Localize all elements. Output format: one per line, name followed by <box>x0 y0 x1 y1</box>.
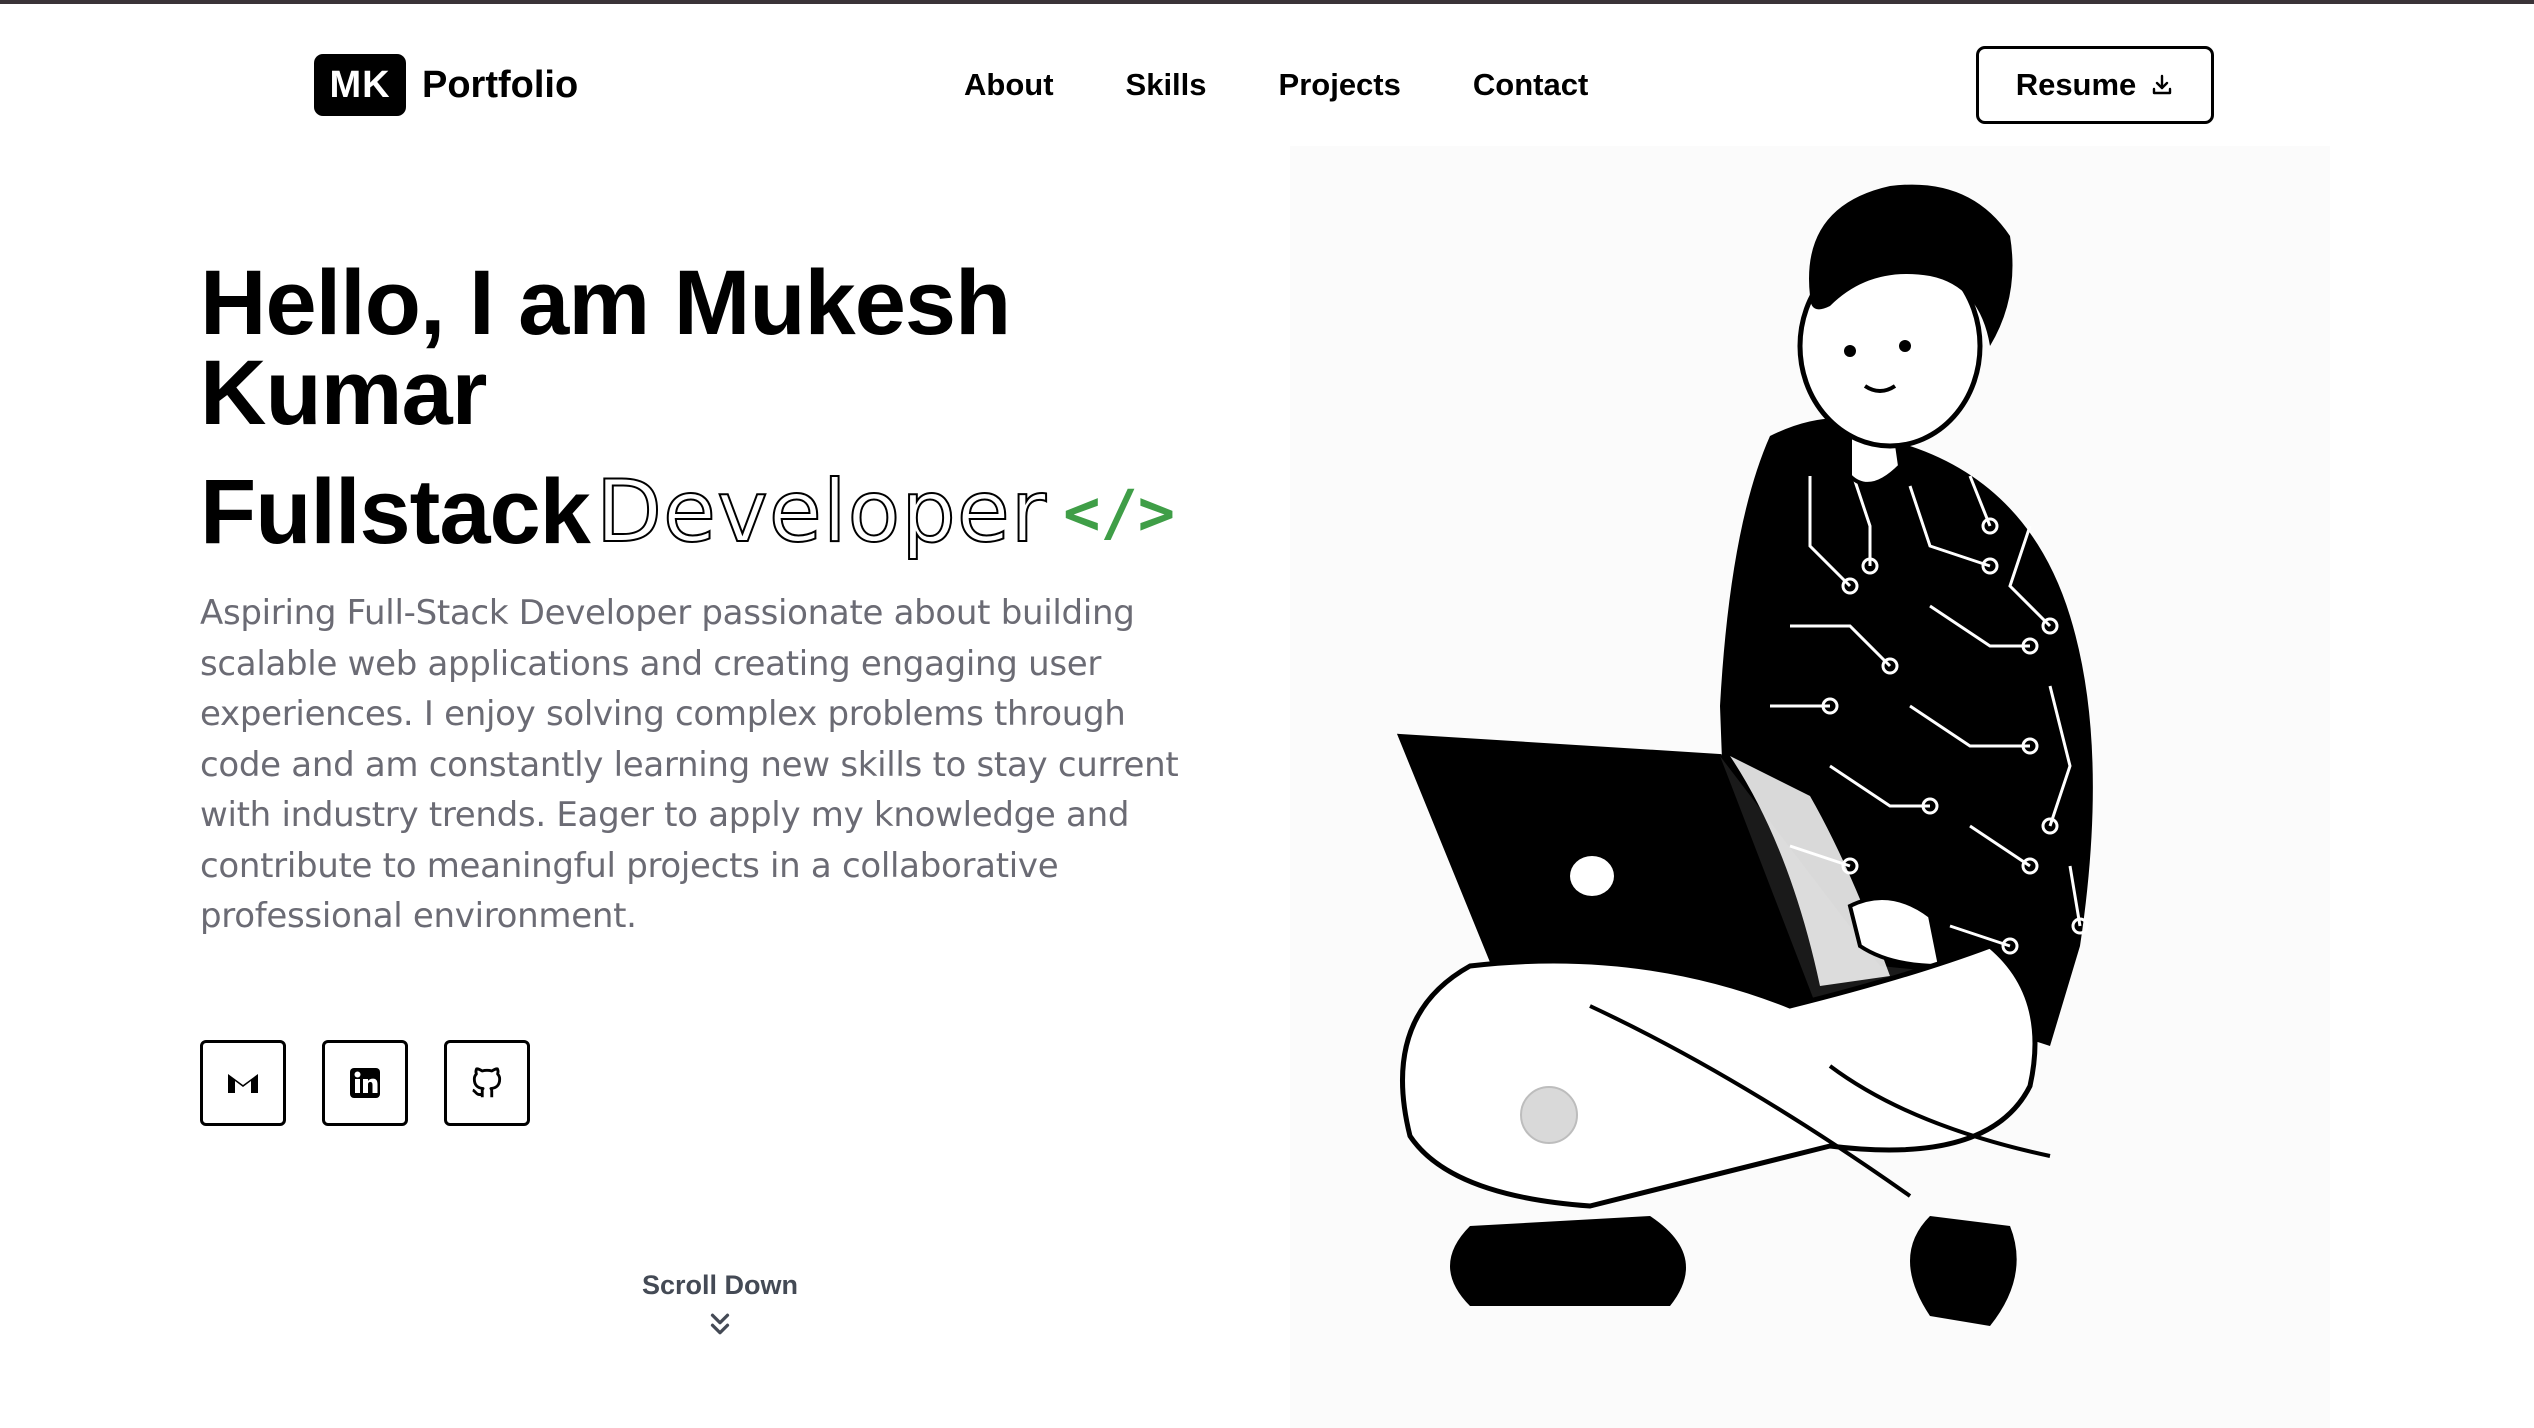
gmail-button[interactable] <box>200 1040 286 1126</box>
role-line: Fullstack Developer </> <box>200 460 1176 564</box>
developer-illustration <box>1290 146 2330 1428</box>
mouse-cursor-indicator <box>1520 1086 1578 1144</box>
logo-text: Portfolio <box>422 63 579 106</box>
bio-text: Aspiring Full-Stack Developer passionate… <box>200 593 1179 936</box>
github-button[interactable] <box>444 1040 530 1126</box>
hero-title: Hello, I am Mukesh Kumar <box>200 252 1011 444</box>
linkedin-icon <box>350 1068 380 1098</box>
role-outline: Developer <box>595 461 1048 563</box>
social-links <box>200 1040 566 1126</box>
logo-badge: MK <box>314 54 406 116</box>
developer-illustration-svg <box>1396 184 2093 1326</box>
gmail-icon <box>228 1074 258 1093</box>
linkedin-button[interactable] <box>322 1040 408 1126</box>
resume-label: Resume <box>2015 67 2137 102</box>
scroll-down[interactable]: Scroll Down <box>640 1270 800 1346</box>
navbar: MK Portfolio About Skills Projects Conta… <box>0 0 2534 170</box>
resume-button[interactable]: Resume <box>1976 46 2214 124</box>
nav-link-about[interactable]: About <box>964 62 1054 108</box>
role-main: Fullstack <box>200 460 591 563</box>
scroll-down-label: Scroll Down <box>641 1270 798 1300</box>
code-tag-icon: </> <box>1063 475 1176 549</box>
nav-link-contact[interactable]: Contact <box>1473 62 1588 108</box>
nav-links: About Skills Projects Contact <box>964 62 1660 108</box>
logo[interactable]: MK Portfolio <box>314 54 578 116</box>
double-chevron-down-icon <box>640 1309 800 1346</box>
github-icon <box>472 1067 502 1098</box>
nav-link-projects[interactable]: Projects <box>1279 62 1401 108</box>
nav-link-skills[interactable]: Skills <box>1126 62 1207 108</box>
download-icon <box>2153 74 2172 95</box>
